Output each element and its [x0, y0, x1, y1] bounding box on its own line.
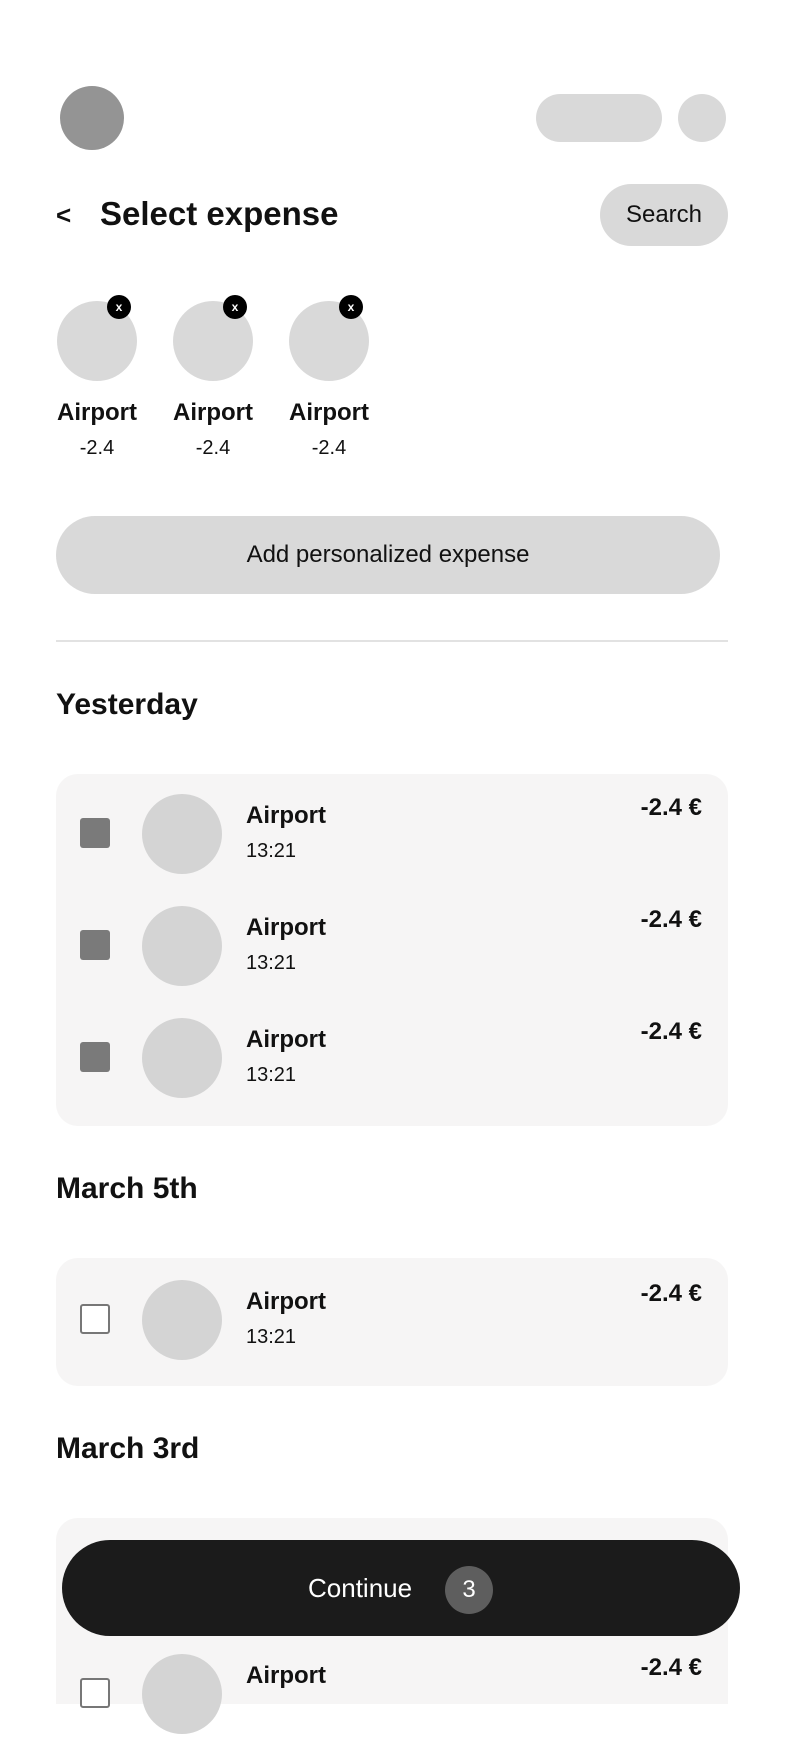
expense-row[interactable]: Airport 13:21 -2.4 € [56, 1004, 728, 1116]
back-button[interactable]: < [56, 198, 80, 232]
expense-name: Airport [246, 914, 326, 941]
expense-checkbox[interactable] [80, 930, 110, 960]
remove-chip-button[interactable]: x [107, 295, 131, 319]
selected-chip-name: Airport [289, 399, 369, 426]
expense-amount: -2.4 € [640, 794, 702, 821]
selected-chip-amount: -2.4 [195, 437, 231, 459]
expense-name: Airport [246, 1288, 326, 1315]
expense-checkbox[interactable] [80, 1042, 110, 1072]
expense-row[interactable]: Airport 13:21 -2.4 € [56, 780, 728, 892]
avatar[interactable] [60, 86, 124, 150]
expense-amount: -2.4 € [640, 1018, 702, 1045]
selected-chip: x Airport -2.4 [173, 295, 253, 471]
expense-checkbox[interactable] [80, 1304, 110, 1334]
divider [56, 640, 728, 642]
selected-chip-name: Airport [57, 399, 137, 426]
expense-avatar [142, 906, 222, 986]
remove-chip-button[interactable]: x [339, 295, 363, 319]
section-title-march-3rd: March 3rd [56, 1432, 200, 1465]
continue-label: Continue [308, 1573, 413, 1603]
page-title: Select expense [100, 195, 339, 232]
expense-name: Airport [246, 802, 326, 829]
section-title-march-5th: March 5th [56, 1172, 198, 1205]
expense-avatar [142, 1018, 222, 1098]
expense-amount: -2.4 € [640, 906, 702, 933]
expense-time: 13:21 [246, 952, 297, 974]
expense-checkbox[interactable] [80, 818, 110, 848]
top-pill-placeholder[interactable] [536, 94, 662, 142]
search-button[interactable]: Search [600, 184, 728, 246]
expense-name: Airport [246, 1026, 326, 1053]
expense-time: 13:21 [246, 840, 297, 862]
expense-name: Airport [246, 1662, 326, 1689]
expense-list-card: Airport 13:21 -2.4 € Airport 13:21 -2.4 … [56, 774, 728, 1126]
expense-avatar [142, 1654, 222, 1734]
expense-avatar [142, 794, 222, 874]
expense-time: 13:21 [246, 1326, 297, 1348]
expense-row[interactable]: Airport 13:21 -2.4 € [56, 1266, 728, 1378]
expense-amount: -2.4 € [640, 1280, 702, 1307]
add-personalized-expense-button[interactable]: Add personalized expense [56, 516, 720, 594]
remove-chip-button[interactable]: x [223, 295, 247, 319]
section-title-yesterday: Yesterday [56, 688, 198, 721]
top-circle-placeholder[interactable] [678, 94, 726, 142]
selected-count-badge: 3 [445, 1566, 493, 1614]
continue-button[interactable]: Continue 3 [62, 1540, 740, 1636]
selected-chip-name: Airport [173, 399, 253, 426]
expense-avatar [142, 1280, 222, 1360]
selected-chip-amount: -2.4 [311, 437, 347, 459]
selected-chip: x Airport -2.4 [289, 295, 369, 471]
selected-chip-amount: -2.4 [79, 437, 115, 459]
selected-chip: x Airport -2.4 [57, 295, 137, 471]
expense-row[interactable]: Airport 13:21 -2.4 € [56, 892, 728, 1004]
expense-time: 13:21 [246, 1064, 297, 1086]
expense-amount: -2.4 € [640, 1654, 702, 1681]
expense-list-card: Airport 13:21 -2.4 € [56, 1258, 728, 1386]
expense-row[interactable]: Airport -2.4 € [56, 1640, 728, 1752]
